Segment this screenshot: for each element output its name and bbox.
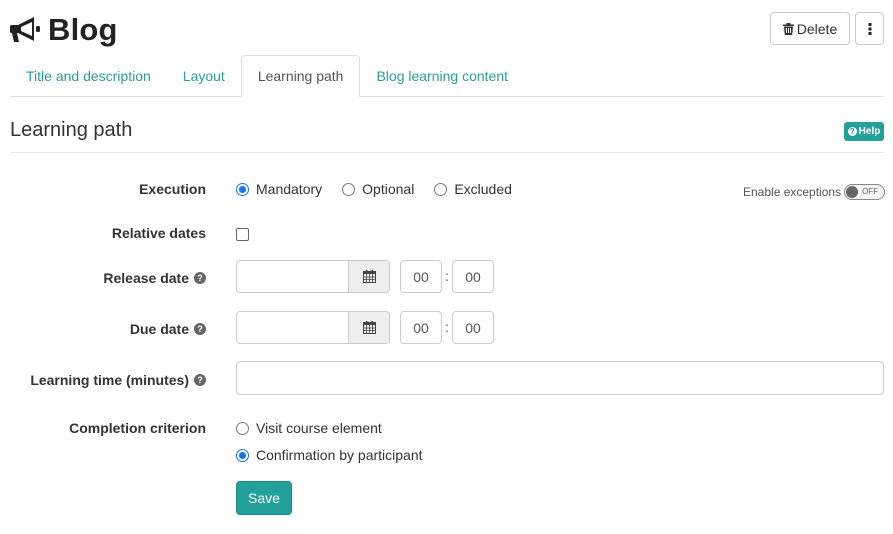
enable-exceptions: Enable exceptions OFF bbox=[743, 184, 886, 200]
execution-option-excluded[interactable]: Excluded bbox=[434, 181, 512, 197]
release-date-field[interactable] bbox=[237, 261, 348, 292]
radio-label: Confirmation by participant bbox=[256, 447, 423, 463]
due-hour-input[interactable]: 00 bbox=[400, 311, 442, 344]
radio-visit-course-element[interactable] bbox=[236, 421, 249, 435]
tab-title-and-description[interactable]: Title and description bbox=[10, 55, 167, 96]
more-actions-button[interactable] bbox=[855, 12, 884, 45]
execution-option-mandatory[interactable]: Mandatory bbox=[236, 181, 322, 197]
help-circle-icon[interactable]: ? bbox=[194, 272, 206, 284]
help-circle-icon[interactable]: ? bbox=[194, 323, 206, 335]
learning-time-label-text: Learning time (minutes) bbox=[30, 372, 189, 388]
completion-criterion-label-text: Completion criterion bbox=[69, 420, 206, 436]
page-header: Blog bbox=[10, 8, 118, 52]
enable-exceptions-toggle[interactable]: OFF bbox=[844, 184, 886, 200]
time-separator: : bbox=[445, 268, 449, 284]
execution-radio-group: Mandatory Optional Excluded bbox=[236, 181, 532, 197]
relative-dates-checkbox[interactable] bbox=[236, 228, 249, 241]
section-title: Learning path bbox=[10, 119, 133, 141]
execution-option-optional[interactable]: Optional bbox=[342, 181, 414, 197]
delete-button[interactable]: Delete bbox=[770, 12, 850, 45]
release-date-label: Release date ? bbox=[103, 270, 206, 286]
enable-exceptions-label: Enable exceptions bbox=[743, 185, 842, 199]
due-date-calendar-button[interactable] bbox=[348, 312, 389, 343]
release-date-calendar-button[interactable] bbox=[348, 261, 389, 292]
calendar-icon bbox=[362, 321, 376, 334]
calendar-icon bbox=[362, 270, 376, 283]
radio-label: Visit course element bbox=[256, 420, 382, 436]
learning-time-label: Learning time (minutes) ? bbox=[30, 372, 206, 388]
execution-label-text: Execution bbox=[139, 181, 206, 197]
help-circle-icon[interactable]: ? bbox=[194, 374, 206, 386]
vertical-dots-icon bbox=[868, 22, 871, 35]
radio-label: Mandatory bbox=[256, 181, 323, 197]
relative-dates-label: Relative dates bbox=[112, 225, 206, 241]
release-minute-input[interactable]: 00 bbox=[452, 260, 494, 293]
delete-button-label: Delete bbox=[796, 20, 838, 37]
tab-layout[interactable]: Layout bbox=[167, 55, 241, 96]
megaphone-icon bbox=[10, 17, 40, 42]
radio-mandatory[interactable] bbox=[236, 182, 249, 196]
tab-blog-learning-content[interactable]: Blog learning content bbox=[360, 55, 524, 96]
completion-option-confirmation[interactable]: Confirmation by participant bbox=[236, 447, 423, 463]
completion-criterion-label: Completion criterion bbox=[69, 420, 206, 436]
radio-excluded[interactable] bbox=[434, 182, 448, 196]
save-button[interactable]: Save bbox=[236, 481, 292, 515]
radio-label: Optional bbox=[362, 181, 415, 197]
time-separator: : bbox=[445, 319, 449, 335]
toggle-knob bbox=[846, 186, 859, 198]
page-title: Blog bbox=[48, 12, 118, 47]
completion-option-visit[interactable]: Visit course element bbox=[236, 420, 382, 436]
due-minute-input[interactable]: 00 bbox=[452, 311, 494, 344]
relative-dates-label-text: Relative dates bbox=[111, 225, 206, 241]
help-icon: ? bbox=[847, 127, 857, 136]
trash-icon bbox=[782, 22, 794, 35]
learning-time-input[interactable] bbox=[236, 361, 884, 395]
radio-optional[interactable] bbox=[342, 182, 356, 196]
due-date-input bbox=[236, 311, 390, 344]
section-divider bbox=[10, 152, 884, 153]
help-button-label: Help bbox=[858, 126, 881, 137]
help-button[interactable]: ? Help bbox=[844, 122, 884, 141]
radio-confirmation-by-participant[interactable] bbox=[236, 448, 249, 462]
tab-learning-path[interactable]: Learning path bbox=[240, 55, 361, 97]
release-hour-input[interactable]: 00 bbox=[400, 260, 442, 293]
due-date-field[interactable] bbox=[237, 312, 348, 343]
radio-label: Excluded bbox=[454, 181, 512, 197]
due-date-label: Due date ? bbox=[130, 321, 206, 337]
release-date-input bbox=[236, 260, 390, 293]
execution-label: Execution bbox=[139, 181, 206, 197]
release-date-label-text: Release date bbox=[103, 270, 189, 286]
toggle-state: OFF bbox=[862, 187, 879, 196]
due-date-label-text: Due date bbox=[129, 321, 189, 337]
tab-bar: Title and description Layout Learning pa… bbox=[10, 55, 884, 97]
